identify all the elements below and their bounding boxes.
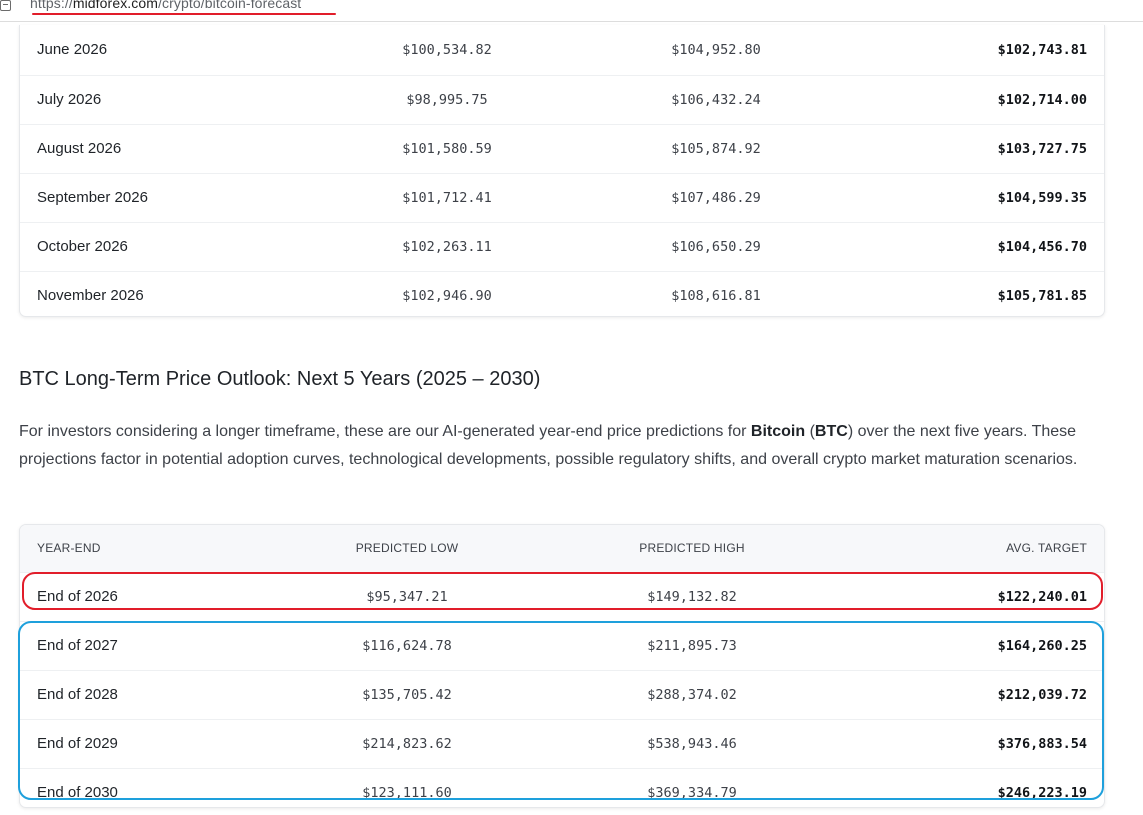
predicted-low-value: $95,347.21 xyxy=(366,589,448,605)
avg-target-value: $102,714.00 xyxy=(997,92,1087,108)
predicted-high-value: $149,132.82 xyxy=(647,589,737,605)
row-label: August 2026 xyxy=(37,140,122,157)
row-label: End of 2028 xyxy=(37,686,118,703)
row-label: October 2026 xyxy=(37,238,128,255)
predicted-high-value: $211,895.73 xyxy=(647,638,737,654)
predicted-high-value: $105,874.92 xyxy=(671,141,761,157)
url-red-underline-annotation xyxy=(32,13,336,15)
predicted-low-value: $135,705.42 xyxy=(362,687,452,703)
intro-bold-btc: BTC xyxy=(814,423,848,440)
row-label: End of 2027 xyxy=(37,637,118,654)
avg-target-value: $164,260.25 xyxy=(997,638,1087,654)
avg-target-value: $376,883.54 xyxy=(997,736,1087,752)
section-intro-paragraph: For investors considering a longer timef… xyxy=(19,418,1099,473)
predicted-low-value: $214,823.62 xyxy=(362,736,452,752)
avg-target-value: $102,743.81 xyxy=(997,42,1087,58)
table-row: June 2026 $100,534.82 $104,952.80 $102,7… xyxy=(20,25,1104,76)
row-label: September 2026 xyxy=(37,189,148,206)
table-header-row: YEAR-END PREDICTED LOW PREDICTED HIGH AV… xyxy=(20,525,1104,573)
avg-target-value: $122,240.01 xyxy=(997,589,1087,605)
predicted-high-value: $108,616.81 xyxy=(671,288,761,304)
predicted-high-value: $538,943.46 xyxy=(647,736,737,752)
table-row: End of 2027 $116,624.78 $211,895.73 $164… xyxy=(20,622,1104,671)
table-row: September 2026 $101,712.41 $107,486.29 $… xyxy=(20,174,1104,223)
intro-bold-bitcoin: Bitcoin xyxy=(750,423,806,440)
avg-target-value: $212,039.72 xyxy=(997,687,1087,703)
predicted-high-value: $369,334.79 xyxy=(647,785,737,801)
row-label: June 2026 xyxy=(37,41,108,58)
avg-target-value: $103,727.75 xyxy=(997,141,1087,157)
url-path: /crypto/bitcoin-forecast xyxy=(158,0,302,11)
header-predicted-high: PREDICTED HIGH xyxy=(639,541,745,555)
url-domain: midforex.com xyxy=(72,0,159,11)
predicted-low-value: $102,946.90 xyxy=(402,288,492,304)
row-label: End of 2026 xyxy=(37,588,118,605)
predicted-high-value: $288,374.02 xyxy=(647,687,737,703)
address-bar[interactable]: https://midforex.com/crypto/bitcoin-fore… xyxy=(0,0,1143,22)
monthly-forecast-table: June 2026 $100,534.82 $104,952.80 $102,7… xyxy=(19,25,1105,317)
avg-target-value: $105,781.85 xyxy=(997,288,1087,304)
intro-text-mid: ( xyxy=(805,423,815,440)
table-row: August 2026 $101,580.59 $105,874.92 $103… xyxy=(20,125,1104,174)
predicted-low-value: $116,624.78 xyxy=(362,638,452,654)
header-year-end: YEAR-END xyxy=(37,541,101,555)
avg-target-value: $104,456.70 xyxy=(997,239,1087,255)
predicted-high-value: $107,486.29 xyxy=(671,190,761,206)
row-label: July 2026 xyxy=(37,91,102,108)
predicted-low-value: $98,995.75 xyxy=(406,92,488,108)
predicted-low-value: $102,263.11 xyxy=(402,239,492,255)
url-text[interactable]: https://midforex.com/crypto/bitcoin-fore… xyxy=(30,0,301,11)
predicted-low-value: $101,580.59 xyxy=(402,141,492,157)
predicted-high-value: $104,952.80 xyxy=(671,42,761,58)
address-bar-divider xyxy=(0,21,1143,22)
table-row: End of 2029 $214,823.62 $538,943.46 $376… xyxy=(20,720,1104,769)
predicted-high-value: $106,650.29 xyxy=(671,239,761,255)
table-row: July 2026 $98,995.75 $106,432.24 $102,71… xyxy=(20,76,1104,125)
row-label: End of 2029 xyxy=(37,735,118,752)
predicted-low-value: $123,111.60 xyxy=(362,785,452,801)
intro-text-start: For investors considering a longer timef… xyxy=(19,423,751,440)
table-row: End of 2026 $95,347.21 $149,132.82 $122,… xyxy=(20,573,1104,622)
header-avg-target: AVG. TARGET xyxy=(1006,541,1087,555)
row-label: End of 2030 xyxy=(37,784,118,801)
table-row: November 2026 $102,946.90 $108,616.81 $1… xyxy=(20,272,1104,316)
predicted-low-value: $101,712.41 xyxy=(402,190,492,206)
header-predicted-low: PREDICTED LOW xyxy=(355,541,459,555)
section-heading: BTC Long-Term Price Outlook: Next 5 Year… xyxy=(19,368,541,390)
url-scheme: https:// xyxy=(30,0,73,11)
table-row: October 2026 $102,263.11 $106,650.29 $10… xyxy=(20,223,1104,272)
predicted-low-value: $100,534.82 xyxy=(402,42,492,58)
page-info-icon[interactable] xyxy=(0,0,11,11)
table-row: End of 2028 $135,705.42 $288,374.02 $212… xyxy=(20,671,1104,720)
avg-target-value: $104,599.35 xyxy=(997,190,1087,206)
year-end-forecast-table: YEAR-END PREDICTED LOW PREDICTED HIGH AV… xyxy=(19,524,1105,808)
predicted-high-value: $106,432.24 xyxy=(671,92,761,108)
avg-target-value: $246,223.19 xyxy=(997,785,1087,801)
row-label: November 2026 xyxy=(37,287,144,304)
table-row: End of 2030 $123,111.60 $369,334.79 $246… xyxy=(20,769,1104,807)
